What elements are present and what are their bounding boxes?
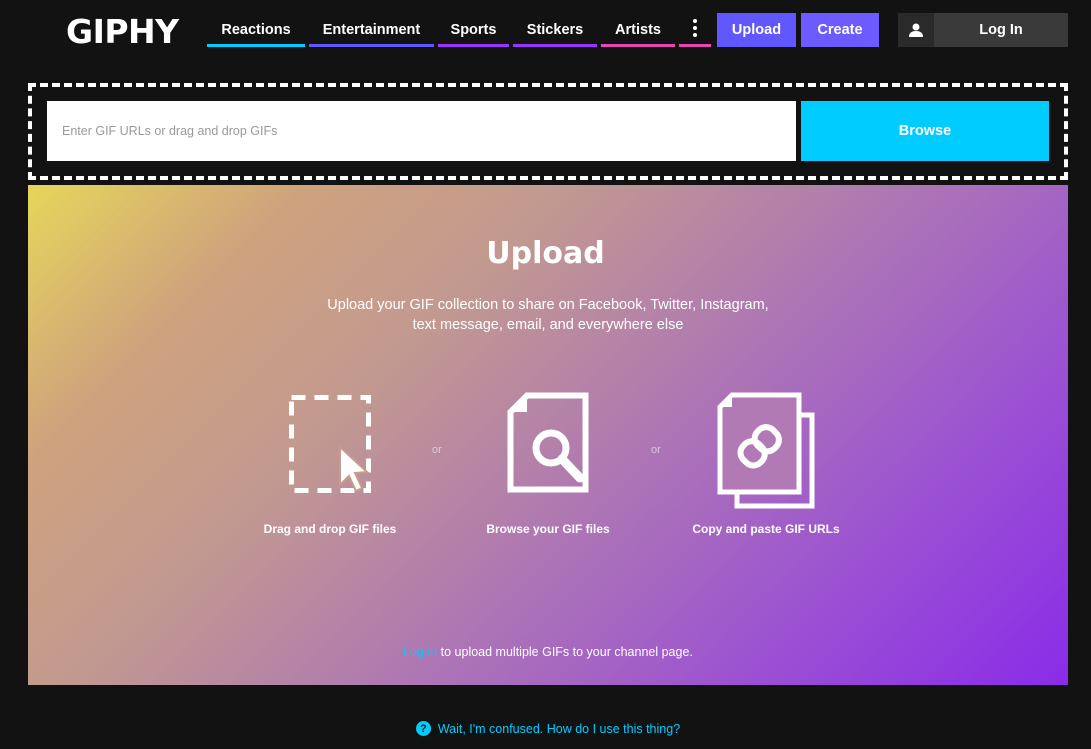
- paste-urls-option[interactable]: Copy and paste GIF URLs: [692, 392, 840, 536]
- nav-item-artists[interactable]: Artists: [601, 13, 675, 47]
- nav-item-reactions[interactable]: Reactions: [207, 13, 305, 47]
- browse-files-option[interactable]: Browse your GIF files: [486, 392, 610, 536]
- nav-item-sports[interactable]: Sports: [438, 13, 509, 47]
- copy-link-icon: [717, 392, 815, 509]
- login-note-text: to upload multiple GIFs to your channel …: [437, 645, 693, 659]
- help-link[interactable]: ? Wait, I'm confused. How do I use this …: [0, 721, 1091, 736]
- vertical-dots-icon: [693, 19, 697, 37]
- upload-button[interactable]: Upload: [717, 13, 796, 47]
- drag-drop-label: Drag and drop GIF files: [263, 522, 397, 536]
- page-subtitle: Upload your GIF collection to share on F…: [0, 295, 1091, 335]
- or-separator: or: [432, 444, 442, 456]
- or-separator: or: [651, 444, 661, 456]
- login-note: Log in to upload multiple GIFs to your c…: [0, 645, 1091, 659]
- subtitle-line-1: Upload your GIF collection to share on F…: [327, 297, 769, 313]
- drag-drop-option[interactable]: Drag and drop GIF files: [264, 392, 396, 536]
- browse-button[interactable]: Browse: [801, 101, 1049, 161]
- page-title: Upload: [486, 236, 605, 271]
- login-label: Log In: [979, 22, 1023, 38]
- create-button[interactable]: Create: [801, 13, 879, 47]
- login-button[interactable]: Log In: [898, 13, 1068, 47]
- paste-urls-label: Copy and paste GIF URLs: [692, 522, 840, 536]
- nav-item-stickers[interactable]: Stickers: [513, 13, 597, 47]
- main-nav: Reactions Entertainment Sports Stickers …: [207, 13, 715, 47]
- help-text: Wait, I'm confused. How do I use this th…: [437, 721, 681, 736]
- giphy-logo[interactable]: GIPHY: [66, 12, 179, 51]
- drag-drop-icon: [289, 395, 371, 493]
- question-icon: ?: [415, 721, 431, 736]
- browse-files-label: Browse your GIF files: [486, 522, 610, 536]
- browse-file-icon: [507, 392, 589, 493]
- more-menu-button[interactable]: [679, 13, 711, 47]
- user-icon: [898, 13, 934, 47]
- login-link[interactable]: Log in: [403, 645, 437, 659]
- subtitle-line-2: text message, email, and everywhere else: [412, 317, 684, 333]
- nav-item-entertainment[interactable]: Entertainment: [309, 13, 434, 47]
- gif-url-input[interactable]: [47, 101, 796, 161]
